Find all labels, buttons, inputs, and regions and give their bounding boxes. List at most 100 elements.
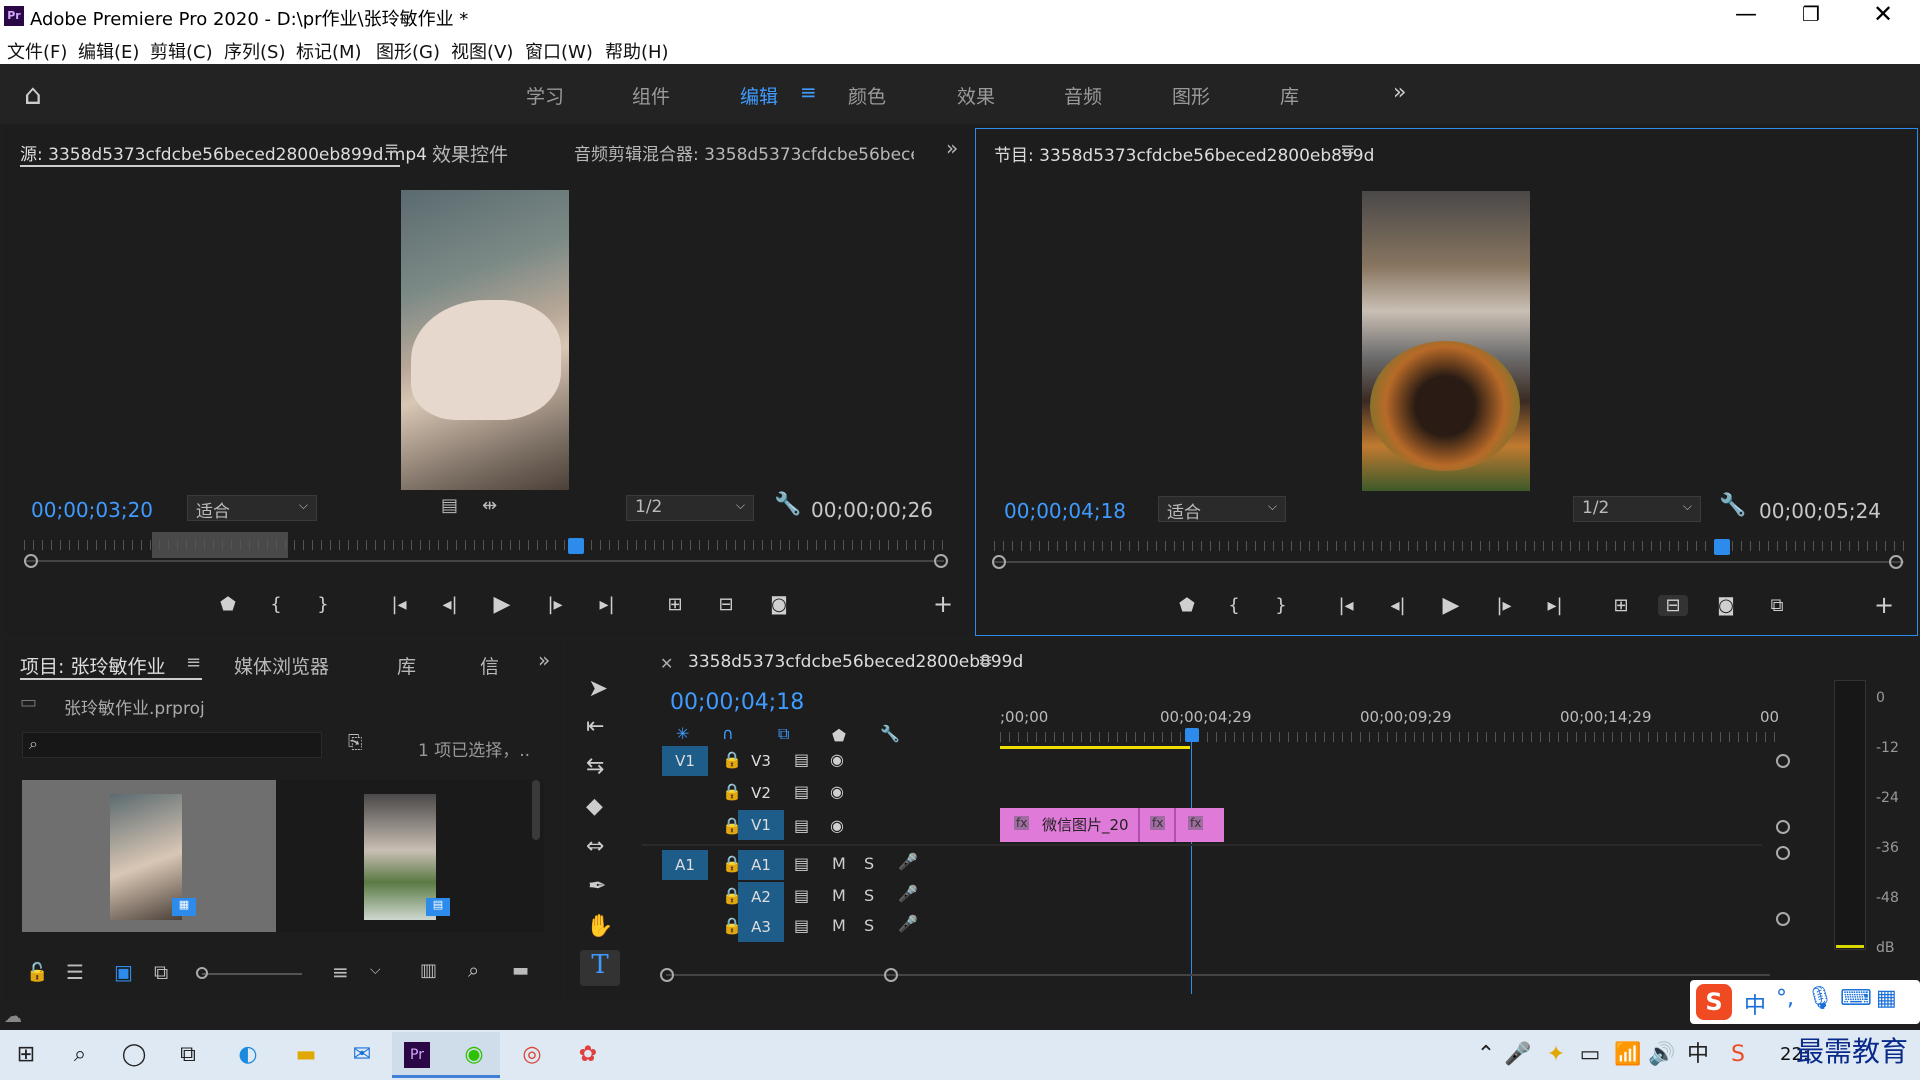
compare-icon[interactable]: ⧉ — [1762, 595, 1792, 616]
source-inout-range[interactable] — [152, 532, 288, 558]
menu-clip[interactable]: 剪辑(C) — [150, 38, 213, 64]
add-button-icon[interactable]: + — [1869, 591, 1899, 619]
mute-button-a3[interactable]: M — [832, 916, 846, 935]
play-icon[interactable]: ▶ — [487, 592, 517, 617]
add-marker-icon[interactable]: ⬟ — [832, 726, 846, 745]
video-scroll-handle[interactable] — [1776, 754, 1790, 768]
source-scroll-bar[interactable] — [24, 560, 944, 562]
file-explorer-icon[interactable]: ▬ — [290, 1040, 322, 1070]
workspace-graphics[interactable]: 图形 — [1172, 82, 1210, 109]
step-back-icon[interactable]: ◂| — [435, 594, 465, 615]
workspace-audio[interactable]: 音频 — [1064, 82, 1102, 109]
project-menu-icon[interactable]: ≡ — [186, 652, 201, 673]
keyboard-icon[interactable]: ⌨ — [1840, 986, 1872, 1011]
restore-button[interactable]: ❐ — [1802, 2, 1820, 26]
track-label-v2[interactable]: V2 — [738, 778, 784, 808]
volume-icon[interactable]: 🔊 — [1646, 1040, 1678, 1070]
go-to-in-icon[interactable]: |◂ — [1331, 595, 1361, 616]
close-sequence-icon[interactable]: ✕ — [660, 654, 673, 673]
overflow-icon[interactable]: » — [946, 136, 958, 160]
microphone-tray-icon[interactable]: 🎤 — [1502, 1040, 1534, 1070]
media-browser-tab[interactable]: 媒体浏览器 — [234, 652, 329, 679]
workspace-editing[interactable]: 编辑 — [740, 82, 778, 109]
play-icon[interactable]: ▶ — [1436, 593, 1466, 618]
new-bin-search-icon[interactable]: ⎘ — [348, 732, 362, 753]
source-timecode[interactable]: 00;00;03;20 — [31, 498, 153, 522]
hand-tool-icon[interactable]: ✋ — [586, 914, 613, 939]
camera-icon[interactable]: ◙ — [764, 594, 794, 615]
eye-icon[interactable]: ◉ — [830, 782, 844, 801]
chrome-icon[interactable]: ◎ — [516, 1040, 548, 1070]
timeline-zoom-bar[interactable] — [666, 974, 1770, 976]
icon-view-icon[interactable]: ▣ — [114, 960, 133, 984]
program-scroll-end-handle[interactable] — [1889, 555, 1903, 569]
source-patch-a1[interactable]: A1 — [662, 850, 708, 880]
automate-icon[interactable]: ▥ — [420, 960, 437, 981]
menu-graphics[interactable]: 图形(G) — [376, 38, 440, 64]
project-search-input[interactable]: ⌕ — [22, 732, 322, 758]
timeline-timecode[interactable]: 00;00;04;18 — [670, 690, 804, 715]
mark-out-icon[interactable]: } — [308, 594, 338, 615]
workspace-libraries[interactable]: 库 — [1280, 82, 1299, 109]
find-icon[interactable]: ⌕ — [468, 958, 479, 982]
list-view-icon[interactable]: ☰ — [66, 960, 84, 984]
voice-icon[interactable]: 🎙 — [1806, 986, 1834, 1011]
wrench-icon[interactable]: 🔧 — [880, 724, 900, 743]
paint-icon[interactable]: ✿ — [572, 1040, 604, 1070]
sync-lock-icon[interactable]: ▤ — [794, 854, 809, 873]
sogou-tray-icon[interactable]: S — [1722, 1040, 1754, 1070]
program-scroll-bar[interactable] — [994, 561, 1904, 563]
libraries-tab[interactable]: 库 — [397, 652, 416, 679]
ripple-edit-tool-icon[interactable]: ⇆ — [586, 754, 604, 779]
nest-icon[interactable]: ✳ — [676, 724, 689, 743]
program-tab[interactable]: 节目: 3358d5373cfdcbe56beced2800eb899d — [994, 141, 1374, 166]
menu-sequence[interactable]: 序列(S) — [224, 38, 285, 64]
track-label-a3[interactable]: A3 — [738, 912, 784, 942]
zoom-end-handle[interactable] — [884, 968, 898, 982]
media-thumb-2[interactable]: ▤ — [276, 780, 544, 932]
ime-mode-label[interactable]: 中 — [1744, 988, 1766, 1020]
wrench-icon[interactable]: 🔧 — [1719, 493, 1746, 518]
mute-button-a2[interactable]: M — [832, 886, 846, 905]
cloud-sync-icon[interactable]: ☁ — [4, 1006, 22, 1027]
search-icon[interactable]: ⌕ — [64, 1040, 96, 1070]
overflow-icon[interactable]: » — [538, 648, 550, 672]
audio-mixer-tab[interactable]: 音频剪辑混合器: 3358d5373cfdcbe56bece — [574, 140, 914, 165]
add-button-icon[interactable]: + — [928, 590, 958, 618]
eye-icon[interactable]: ◉ — [830, 816, 844, 835]
source-tab[interactable]: 源: 3358d5373cfdcbe56beced2800eb899d.mp4 — [20, 140, 427, 165]
insert-icon[interactable]: ⊞ — [660, 594, 690, 615]
overwrite-icon[interactable]: ⊟ — [711, 594, 741, 615]
effect-controls-tab[interactable]: 效果控件 — [432, 140, 508, 167]
menu-window[interactable]: 窗口(W) — [525, 38, 593, 64]
workspace-effects[interactable]: 效果 — [957, 82, 995, 109]
color-tray-icon[interactable]: ✦ — [1540, 1040, 1572, 1070]
source-patch-v1[interactable]: V1 — [662, 746, 708, 776]
sync-lock-icon[interactable]: ▤ — [794, 782, 809, 801]
sort-icon[interactable]: ≡ — [332, 960, 349, 984]
project-scrollbar[interactable] — [532, 780, 540, 840]
video-clip-3[interactable]: fx — [1176, 808, 1224, 842]
zoom-start-handle[interactable] — [660, 968, 674, 982]
slip-tool-icon[interactable]: ⇔ — [586, 834, 604, 859]
freeform-view-icon[interactable]: ⧉ — [154, 960, 168, 984]
lock-icon[interactable]: 🔓 — [26, 962, 48, 983]
lift-icon[interactable]: ⊞ — [1606, 595, 1636, 616]
sequence-tab[interactable]: 3358d5373cfdcbe56beced2800eb899d — [688, 652, 1023, 672]
track-label-v1[interactable]: V1 — [738, 810, 784, 840]
minimize-button[interactable]: — — [1735, 2, 1757, 27]
chevron-up-icon[interactable]: ⌃ — [1470, 1040, 1502, 1070]
workspace-color[interactable]: 颜色 — [848, 82, 886, 109]
menu-marker[interactable]: 标记(M) — [296, 38, 362, 64]
track-label-a1[interactable]: A1 — [738, 850, 784, 880]
audio-scroll-handle[interactable] — [1776, 846, 1790, 860]
ime-tray-icon[interactable]: 中 — [1682, 1040, 1714, 1070]
toolbox-icon[interactable]: ▦ — [1876, 986, 1897, 1011]
workspace-menu-icon[interactable]: ≡ — [800, 80, 817, 104]
wrench-icon[interactable]: 🔧 — [774, 492, 801, 517]
wifi-icon[interactable]: 📶 — [1612, 1040, 1644, 1070]
microphone-icon[interactable]: 🎤 — [898, 852, 918, 871]
edge-icon[interactable]: ◐ — [232, 1040, 264, 1070]
program-scroll-start-handle[interactable] — [992, 555, 1006, 569]
solo-button-a3[interactable]: S — [864, 916, 874, 935]
